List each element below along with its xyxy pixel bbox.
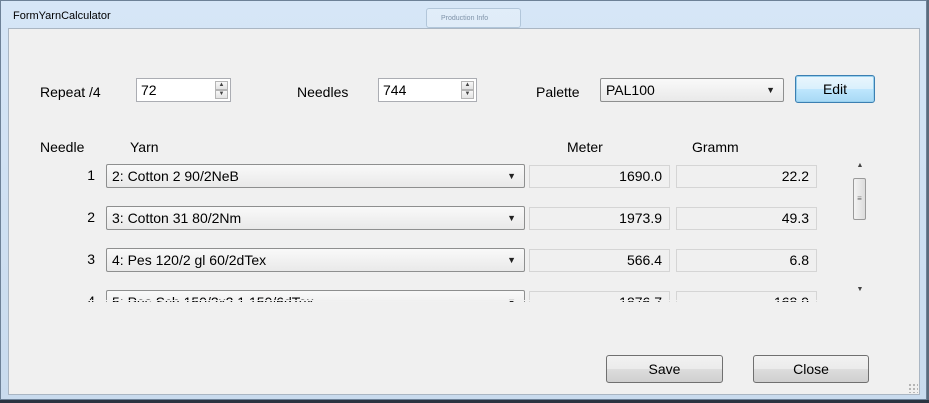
save-button[interactable]: Save <box>606 355 723 383</box>
table-row: 1 2: Cotton 2 90/2NeB ▼ 1690.0 22.2 <box>39 164 819 206</box>
gramm-cell: 22.2 <box>676 165 817 188</box>
yarn-value: 4: Pes 120/2 gl 60/2dTex <box>112 252 267 268</box>
needles-value[interactable]: 744 <box>383 82 406 98</box>
form-client-area: Repeat /4 72 ▲ ▼ Needles 744 ▲ ▼ Palette… <box>8 28 920 395</box>
chevron-down-icon: ▼ <box>766 85 775 95</box>
repeat-value[interactable]: 72 <box>141 82 157 98</box>
scroll-down-icon[interactable]: ▼ <box>851 283 869 297</box>
title-bar[interactable]: FormYarnCalculator Production Info <box>1 1 926 28</box>
palette-dropdown[interactable]: PAL100 ▼ <box>600 78 784 102</box>
table-row: 3 4: Pes 120/2 gl 60/2dTex ▼ 566.4 6.8 <box>39 248 819 290</box>
gramm-cell: 49.3 <box>676 207 817 230</box>
spin-down-icon[interactable]: ▼ <box>461 90 474 99</box>
scroll-up-icon[interactable]: ▲ <box>851 159 869 173</box>
spin-down-icon[interactable]: ▼ <box>215 90 228 99</box>
palette-value: PAL100 <box>606 82 655 98</box>
spin-up-icon[interactable]: ▲ <box>461 81 474 90</box>
window-title: FormYarnCalculator <box>13 10 111 22</box>
meter-cell: 1690.0 <box>529 165 670 188</box>
needle-number: 2 <box>87 209 95 225</box>
column-header-meter: Meter <box>567 139 603 155</box>
gramm-cell: 6.8 <box>676 249 817 272</box>
close-button[interactable]: Close <box>753 355 869 383</box>
yarn-dropdown[interactable]: 4: Pes 120/2 gl 60/2dTex ▼ <box>106 248 525 272</box>
needle-number: 1 <box>87 167 95 183</box>
palette-label: Palette <box>536 84 580 100</box>
yarn-calculator-window: FormYarnCalculator Production Info Repea… <box>0 0 927 400</box>
grid-bottom-edge <box>9 300 919 301</box>
chevron-down-icon: ▼ <box>507 213 516 223</box>
spin-up-icon[interactable]: ▲ <box>215 81 228 90</box>
column-header-yarn: Yarn <box>130 139 159 155</box>
needles-label: Needles <box>297 84 349 100</box>
yarn-value: 2: Cotton 2 90/2NeB <box>112 168 239 184</box>
grid-scrollbar[interactable]: ▲ ≡ ▼ <box>851 159 869 297</box>
needle-number: 3 <box>87 251 95 267</box>
column-header-needle: Needle <box>40 139 85 155</box>
resize-grip-icon[interactable] <box>908 383 918 393</box>
meter-cell: 566.4 <box>529 249 670 272</box>
background-window-title: Production Info <box>426 8 521 28</box>
column-header-gramm: Gramm <box>692 139 739 155</box>
edit-button[interactable]: Edit <box>795 75 875 103</box>
meter-cell: 1973.9 <box>529 207 670 230</box>
scrollbar-thumb[interactable]: ≡ <box>853 178 866 220</box>
repeat-spinner[interactable]: 72 ▲ ▼ <box>136 78 231 102</box>
yarn-dropdown[interactable]: 2: Cotton 2 90/2NeB ▼ <box>106 164 525 188</box>
yarn-value: 3: Cotton 31 80/2Nm <box>112 210 242 226</box>
table-row: 2 3: Cotton 31 80/2Nm ▼ 1973.9 49.3 <box>39 206 819 248</box>
yarn-grid: 1 2: Cotton 2 90/2NeB ▼ 1690.0 22.2 2 3:… <box>39 164 819 302</box>
needles-spin-buttons: ▲ ▼ <box>461 81 474 99</box>
chevron-down-icon: ▼ <box>507 255 516 265</box>
repeat-label: Repeat /4 <box>40 84 101 100</box>
needles-spinner[interactable]: 744 ▲ ▼ <box>378 78 477 102</box>
yarn-dropdown[interactable]: 3: Cotton 31 80/2Nm ▼ <box>106 206 525 230</box>
repeat-spin-buttons: ▲ ▼ <box>215 81 228 99</box>
chevron-down-icon: ▼ <box>507 171 516 181</box>
